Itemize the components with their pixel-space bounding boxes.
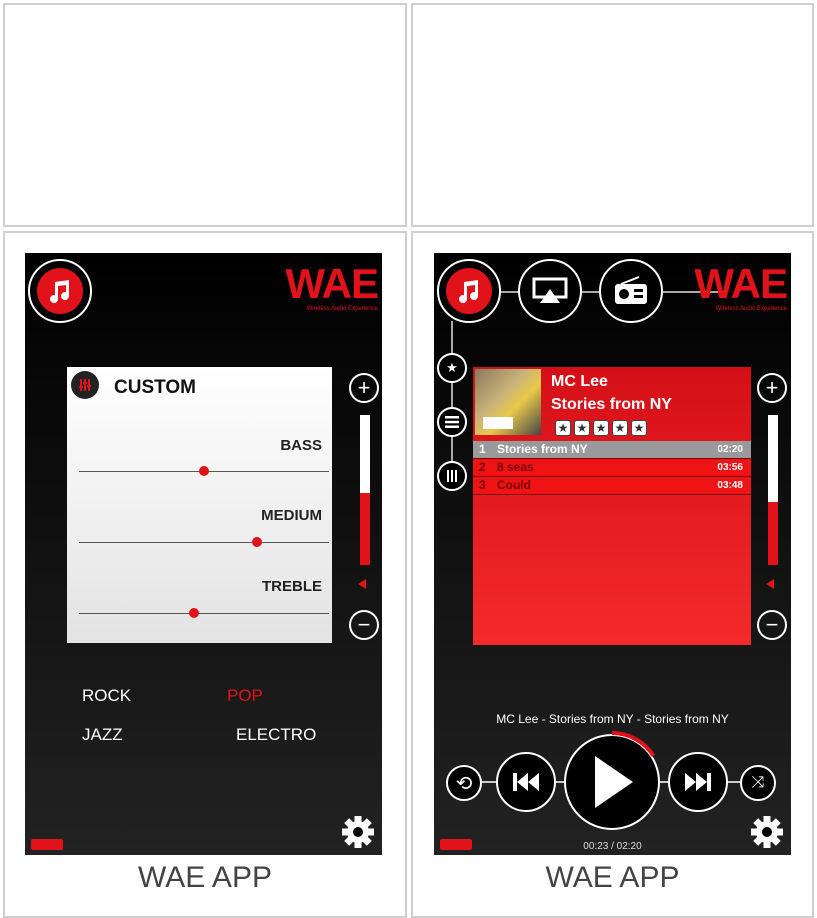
track-title: Stories from NY [497,442,588,456]
preset-pop[interactable]: POP [227,686,263,706]
list-icon [445,416,459,428]
radio-icon [615,276,647,304]
music-button[interactable] [28,259,92,323]
equalizer-screen: WAE Wireless Audio Experience CUSTOM BAS… [25,253,382,855]
speaker-icon [766,579,774,589]
medium-knob[interactable] [251,537,262,547]
repeat-button[interactable]: ⟲ [446,765,482,801]
equalizer-screenshot-cell: WAE Wireless Audio Experience CUSTOM BAS… [3,231,407,918]
battery-icon [440,839,472,850]
track-number: 2 [479,460,486,474]
airplay-tab[interactable] [518,259,582,323]
shuffle-button[interactable]: ⤨ [740,765,776,801]
empty-cell-top-right [411,3,814,227]
player-screenshot-cell: WAE Wireless Audio Experience ★ MC Lee S… [411,231,814,918]
star-icon[interactable]: ★ [593,420,609,436]
track-duration: 03:56 [717,462,743,473]
next-button[interactable] [668,752,728,812]
track-row-2[interactable]: 2 8 seas 03:56 [473,459,751,477]
music-note-icon [459,280,479,304]
settings-button[interactable] [750,815,784,849]
track-title: 8 seas [497,460,534,474]
track-title: Could [497,478,531,492]
gear-icon [751,816,783,848]
volume-level [360,493,370,565]
player-screen: WAE Wireless Audio Experience ★ MC Lee S… [434,253,791,855]
medium-label: MEDIUM [261,507,322,524]
logo-text: WAE [694,260,788,307]
star-icon[interactable]: ★ [612,420,628,436]
volume-up-button[interactable]: + [349,373,379,403]
album-title: Stories from NY [551,396,672,413]
wae-logo: WAE Wireless Audio Experience [285,260,379,313]
logo-text: WAE [285,260,379,307]
volume-down-button[interactable]: − [757,610,787,640]
track-duration: 03:48 [717,480,743,491]
caption: WAE APP [138,861,272,894]
treble-label: TREBLE [262,578,322,595]
next-icon [685,773,711,791]
album-art [475,369,541,435]
empty-cell-top-left [3,3,407,227]
previous-icon [513,773,539,791]
track-number: 3 [479,478,486,492]
track-row-1[interactable]: 1 Stories from NY 02:20 [473,441,751,459]
airplay-icon [532,277,568,303]
previous-button[interactable] [496,752,556,812]
star-icon[interactable]: ★ [631,420,647,436]
track-duration: 02:20 [717,444,743,455]
treble-knob[interactable] [189,608,199,618]
wae-logo: WAE Wireless Audio Experience [694,260,788,313]
volume-down-button[interactable]: − [349,610,379,640]
battery-icon [31,839,63,850]
now-playing-text: MC Lee - Stories from NY - Stories from … [496,712,729,726]
star-icon[interactable]: ★ [574,420,590,436]
volume-bar[interactable] [360,415,370,565]
equalizer-button[interactable] [437,461,467,491]
playback-progress-ring [561,731,663,833]
preset-electro[interactable]: ELECTRO [236,725,316,745]
star-icon[interactable]: ★ [555,420,571,436]
playlist-button[interactable] [437,407,467,437]
settings-button[interactable] [341,815,375,849]
volume-level [768,502,778,565]
track-row-3[interactable]: 3 Could 03:48 [473,477,751,495]
music-note-icon [50,280,70,304]
playlist-panel: MC Lee Stories from NY ★ ★ ★ ★ ★ 1 Stories f… [473,367,751,645]
artist-name: MC Lee [551,373,608,390]
medium-slider[interactable] [79,537,329,547]
speaker-icon [358,579,366,589]
volume-up-button[interactable]: + [757,373,787,403]
gear-icon [342,816,374,848]
bass-label: BASS [280,437,322,454]
preset-jazz[interactable]: JAZZ [82,725,123,745]
music-tab[interactable] [437,259,501,323]
rating-stars[interactable]: ★ ★ ★ ★ ★ [555,419,650,437]
volume-bar[interactable] [768,415,778,565]
menu-connector [451,321,453,481]
radio-tab[interactable] [599,259,663,323]
bass-slider[interactable] [79,466,329,476]
treble-slider[interactable] [79,608,329,618]
equalizer-title: CUSTOM [114,377,196,398]
preset-rock[interactable]: ROCK [82,686,131,706]
track-number: 1 [479,442,486,456]
equalizer-panel: CUSTOM BASS MEDIUM TREBLE [67,367,332,643]
elapsed-time: 00:23 / 02:20 [583,841,642,852]
favorites-button[interactable]: ★ [437,353,467,383]
caption: WAE APP [545,861,680,894]
equalizer-icon [71,371,99,399]
equalizer-icon [447,470,457,482]
bass-knob[interactable] [199,466,209,476]
